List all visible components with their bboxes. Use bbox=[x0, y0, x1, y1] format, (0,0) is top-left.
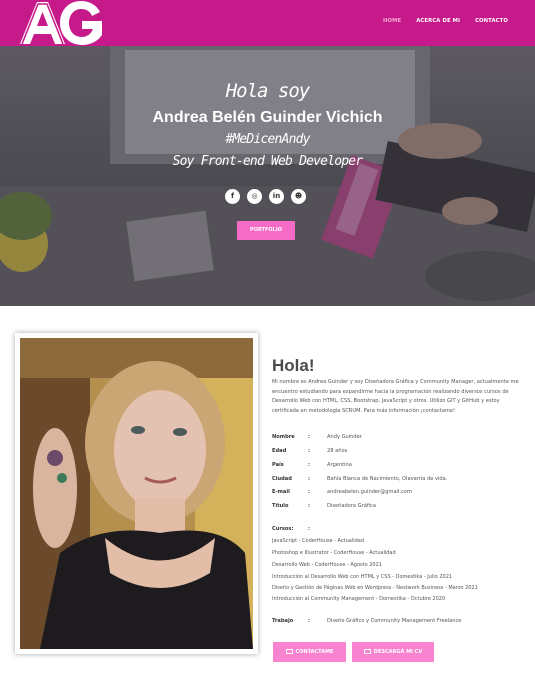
nav-links: HOME ACERCA DE MI CONTACTO bbox=[383, 18, 508, 24]
info-value: Diseñadora Gráfica bbox=[327, 503, 376, 509]
info-colon: : bbox=[308, 476, 311, 482]
facebook-icon[interactable]: f bbox=[225, 189, 240, 204]
info-value: Bahía Blanca de Nacimiento, Olavarría de… bbox=[327, 476, 448, 482]
info-colon: : bbox=[308, 448, 311, 454]
info-row-nombre: Nombre : Andy Guinder bbox=[272, 434, 532, 442]
nav-about[interactable]: ACERCA DE MI bbox=[416, 18, 460, 24]
contact-button-label: CONTACTAME bbox=[295, 649, 334, 655]
info-key: Título bbox=[272, 503, 289, 509]
ag-logo[interactable] bbox=[18, 0, 106, 46]
info-row-ciudad: Ciudad : Bahía Blanca de Nacimiento, Ola… bbox=[272, 476, 532, 484]
navbar: HOME ACERCA DE MI CONTACTO bbox=[0, 0, 535, 46]
nav-home[interactable]: HOME bbox=[383, 18, 401, 24]
hero-name: Andrea Belén Guinder Vichich bbox=[152, 109, 383, 126]
info-colon: : bbox=[308, 489, 311, 495]
download-cv-button[interactable]: DESCARGÁ MI CV bbox=[352, 642, 434, 662]
info-key: E-mail bbox=[272, 489, 290, 495]
info-colon: : bbox=[308, 503, 311, 509]
info-key: Ciudad bbox=[272, 476, 292, 482]
hero-banner: Hola soy Andrea Belén Guinder Vichich #M… bbox=[0, 46, 535, 306]
info-colon: : bbox=[308, 434, 311, 440]
course-item: Desarrollo Web - CoderHouse - Agosto 202… bbox=[272, 562, 382, 568]
course-item: Diseño y Gestión de Páginas Web en Wordp… bbox=[272, 585, 478, 591]
mail-icon bbox=[285, 649, 293, 654]
nav-contact[interactable]: CONTACTO bbox=[475, 18, 508, 24]
download-icon bbox=[363, 649, 371, 654]
info-value[interactable]: andreabelen.guinder@gmail.com bbox=[327, 489, 412, 495]
contact-button[interactable]: CONTACTAME bbox=[273, 642, 346, 662]
hero-greeting: Hola soy bbox=[225, 80, 311, 102]
info-colon: : bbox=[308, 462, 311, 468]
info-value: Diseño Gráfico y Community Management Fr… bbox=[327, 618, 462, 624]
info-row-trabajo: Trabajo : Diseño Gráfico y Community Man… bbox=[272, 618, 532, 626]
about-paragraph: Mi nombre es Andrea Guinder y soy Diseña… bbox=[272, 379, 519, 415]
info-key: País bbox=[272, 462, 284, 468]
download-cv-label: DESCARGÁ MI CV bbox=[373, 649, 423, 655]
info-value: Andy Guinder bbox=[327, 434, 362, 440]
info-row-email: E-mail : andreabelen.guinder@gmail.com bbox=[272, 489, 532, 497]
course-item: Introducción al Community Management - D… bbox=[272, 596, 446, 602]
info-key: Nombre bbox=[272, 434, 295, 440]
instagram-icon[interactable]: ◎ bbox=[247, 189, 262, 204]
course-item: Introducción al Desarrollo Web con HTML … bbox=[272, 574, 453, 580]
info-colon: : bbox=[308, 526, 311, 532]
info-value: 28 años bbox=[327, 448, 348, 454]
portfolio-button[interactable]: PORTFOLIO bbox=[237, 221, 295, 240]
profile-photo-frame bbox=[15, 333, 258, 654]
info-row-titulo: Título : Diseñadora Gráfica bbox=[272, 503, 532, 511]
course-item: JavaScript - CoderHouse - Actualidad bbox=[272, 538, 365, 544]
courses-header: Cursos: : bbox=[272, 526, 532, 534]
info-row-edad: Edad : 28 años bbox=[272, 448, 532, 456]
info-key: Trabajo bbox=[272, 618, 294, 624]
github-icon[interactable]: ☻ bbox=[291, 189, 306, 204]
info-value: Argentina bbox=[327, 462, 352, 468]
linkedin-icon[interactable]: in bbox=[269, 189, 284, 204]
info-key: Edad bbox=[272, 448, 287, 454]
social-links: f ◎ in ☻ bbox=[225, 189, 306, 204]
courses-label: Cursos: bbox=[272, 526, 294, 532]
profile-photo bbox=[20, 338, 253, 649]
info-row-pais: País : Argentina bbox=[272, 462, 532, 470]
hero-hashtag: #MeDicenAndy bbox=[225, 132, 310, 147]
hero-role: Soy Front-end Web Developer bbox=[172, 154, 364, 169]
course-item: Photoshop e Illustrator - CoderHouse - A… bbox=[272, 550, 396, 556]
about-title: Hola! bbox=[272, 356, 315, 375]
info-colon: : bbox=[308, 618, 311, 624]
